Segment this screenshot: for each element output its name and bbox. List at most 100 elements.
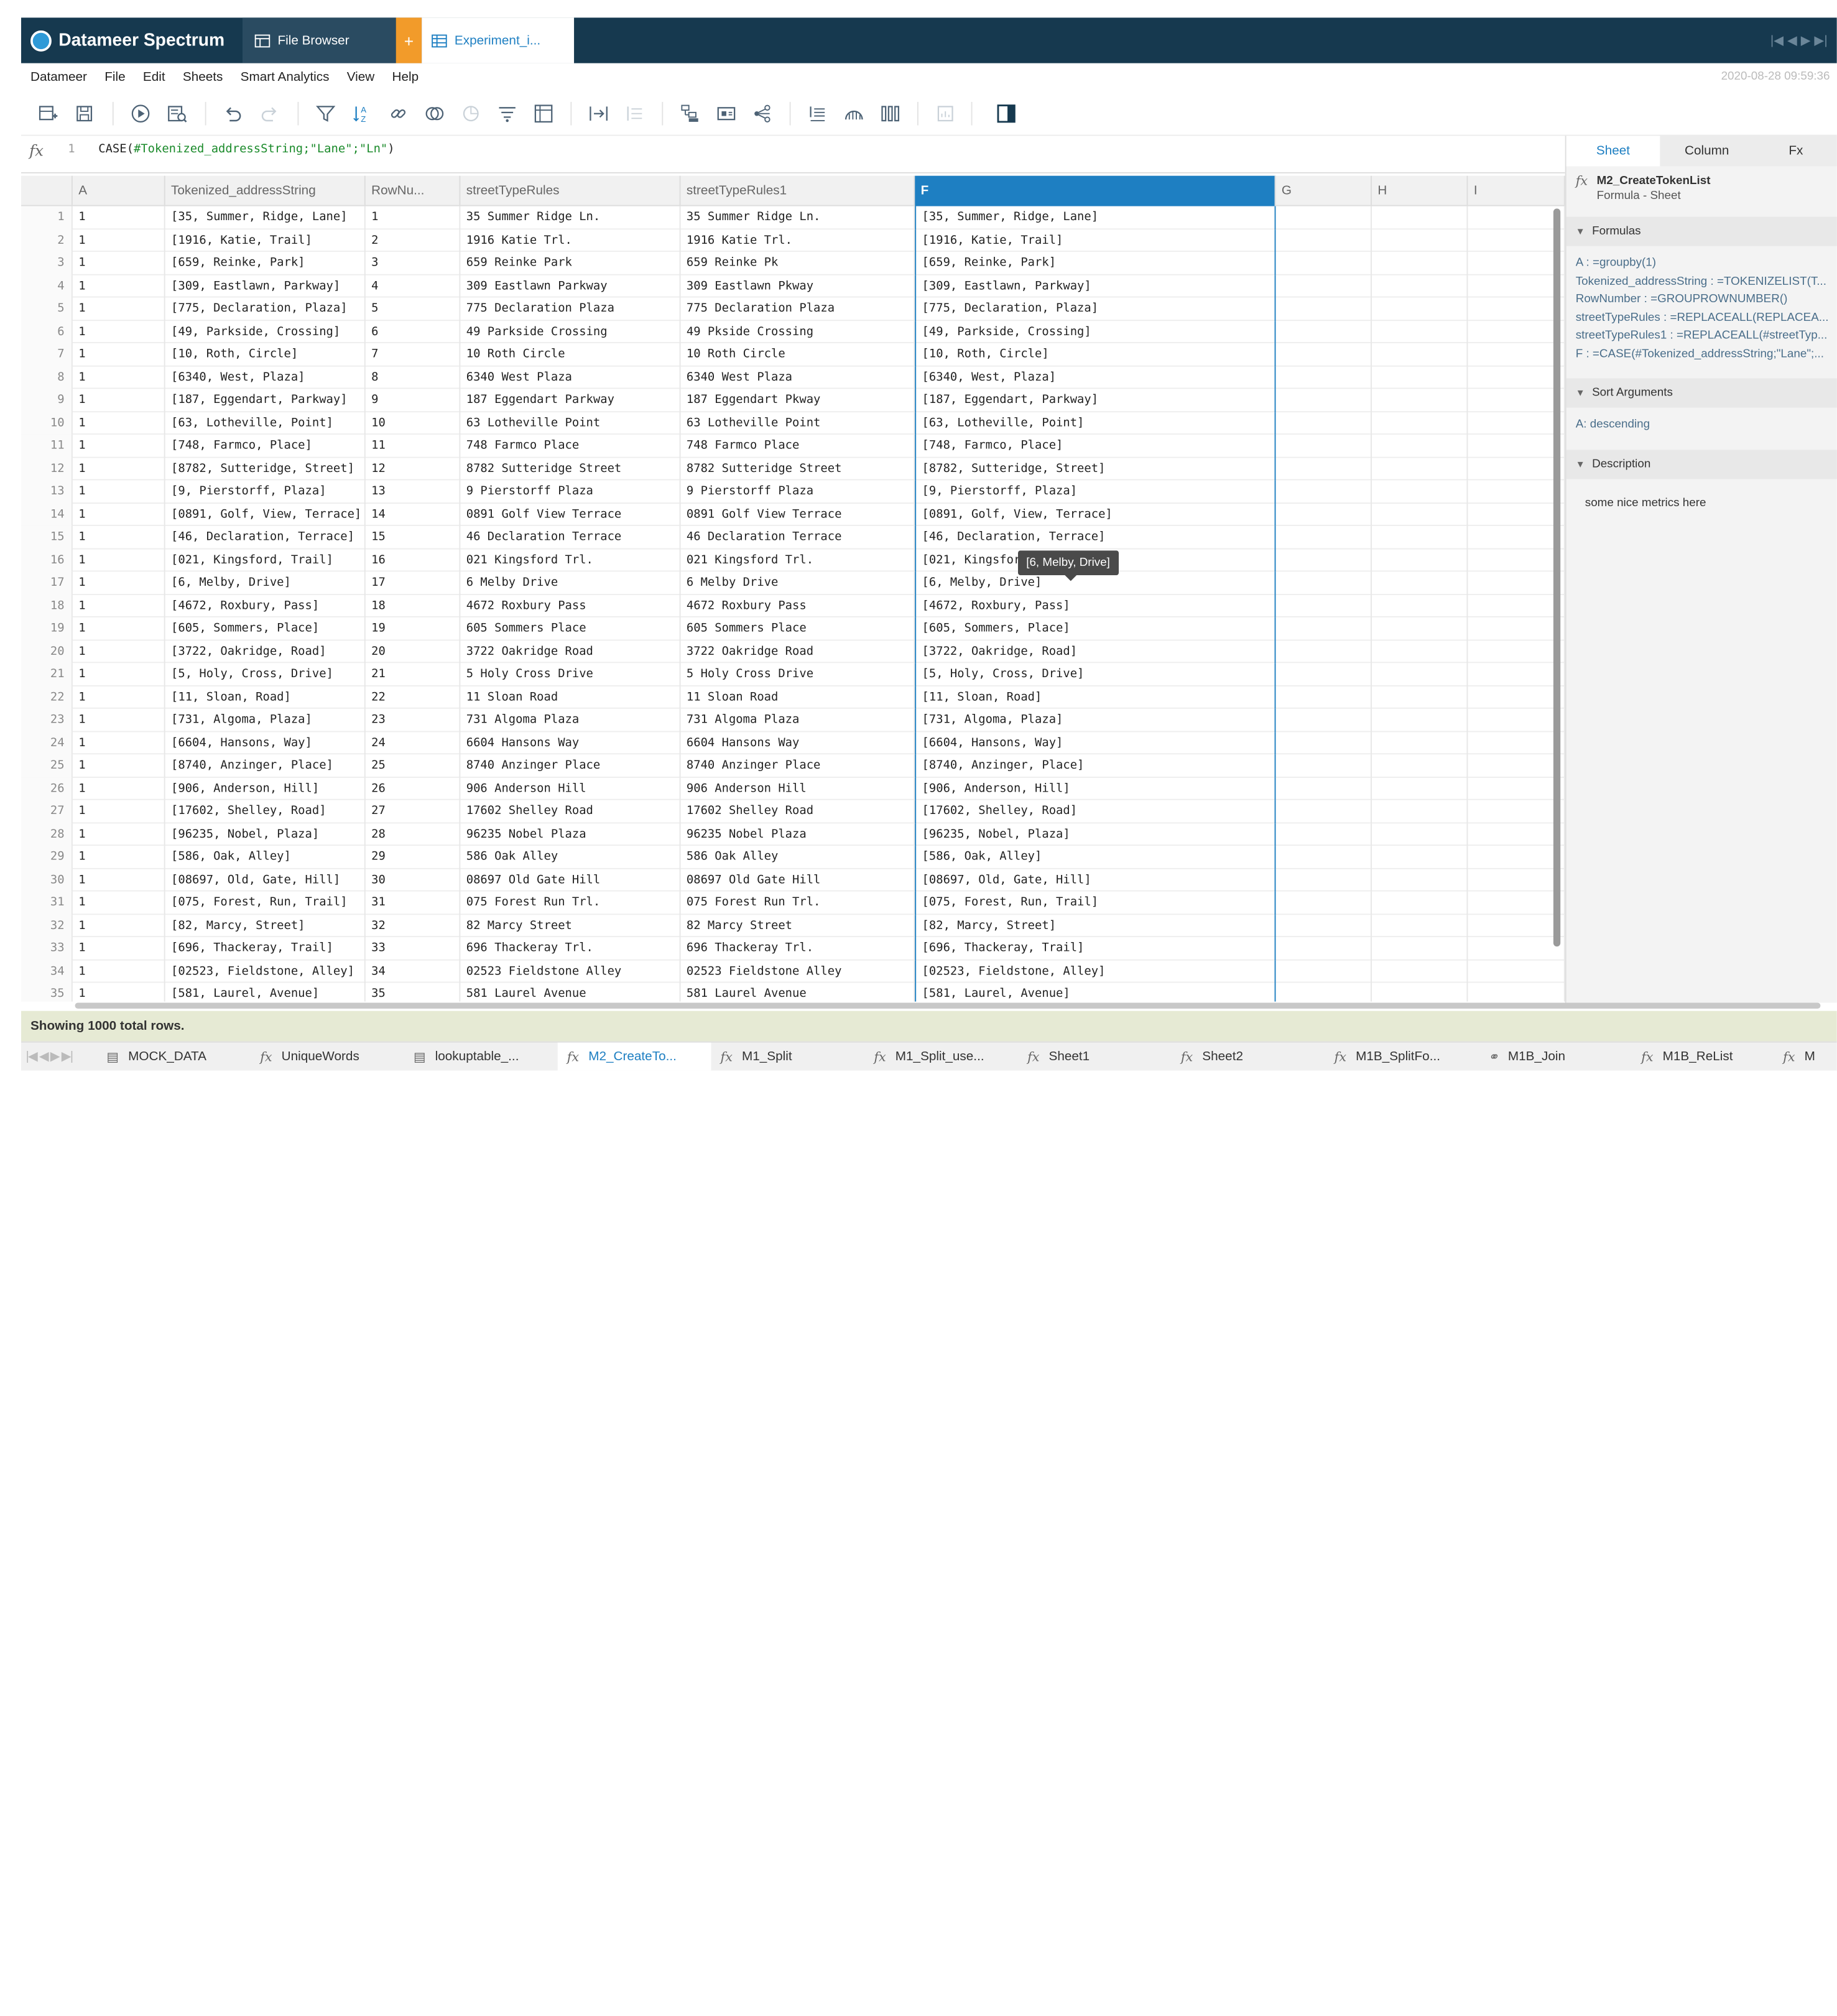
table-cell[interactable]: [605, Sommers, Place] <box>165 617 366 640</box>
table-cell[interactable]: [075, Forest, Run, Trail] <box>915 891 1276 915</box>
table-row[interactable]: 28 1 [96235, Nobel, Plaza] 28 96235 Nobel Pl… <box>21 823 1565 846</box>
table-cell[interactable]: 1 <box>73 663 165 686</box>
table-cell[interactable]: [46, Declaration, Terrace] <box>915 525 1276 549</box>
table-cell[interactable]: 18 <box>366 594 461 617</box>
table-cell[interactable] <box>1468 434 1565 458</box>
table-cell[interactable]: 9 <box>366 389 461 412</box>
tab-fx[interactable]: Fx <box>1754 136 1837 167</box>
table-cell[interactable]: [8782, Sutteridge, Street] <box>915 457 1276 481</box>
table-row[interactable]: 15 1 [46, Declaration, Terrace] 15 46 Declar… <box>21 525 1565 549</box>
chart-icon[interactable] <box>843 103 864 124</box>
table-cell[interactable]: 9 Pierstorff Plaza <box>460 480 681 504</box>
table-row[interactable]: 18 1 [4672, Roxbury, Pass] 18 4672 Roxbury P… <box>21 594 1565 617</box>
table-row[interactable]: 32 1 [82, Marcy, Street] 32 82 Marcy Street 8… <box>21 914 1565 938</box>
formula-item[interactable]: streetTypeRules1 : =REPLACEALL(#streetTy… <box>1576 329 1833 342</box>
tab-column[interactable]: Column <box>1660 136 1754 167</box>
table-cell[interactable] <box>1468 548 1565 572</box>
table-cell[interactable] <box>1372 297 1468 321</box>
table-cell[interactable]: 49 Pkside Crossing <box>680 320 915 343</box>
table-cell[interactable]: [11, Sloan, Road] <box>165 685 366 709</box>
table-cell[interactable]: 46 Declaration Terrace <box>460 525 681 549</box>
table-row[interactable]: 10 1 [63, Lotheville, Point] 10 63 Lothevill… <box>21 412 1565 435</box>
table-cell[interactable]: 25 <box>366 754 461 777</box>
table-cell[interactable]: 02523 Fieldstone Alley <box>460 959 681 983</box>
table-cell[interactable] <box>1275 754 1372 777</box>
table-cell[interactable] <box>1468 320 1565 343</box>
table-cell[interactable]: 2 <box>366 229 461 252</box>
table-cell[interactable]: [10, Roth, Circle] <box>165 343 366 366</box>
table-cell[interactable] <box>1372 983 1468 1002</box>
table-cell[interactable]: 11 <box>366 434 461 458</box>
table-cell[interactable] <box>1468 389 1565 412</box>
table-cell[interactable]: [96235, Nobel, Plaza] <box>165 823 366 846</box>
table-cell[interactable]: [0891, Golf, View, Terrace] <box>915 503 1276 526</box>
table-cell[interactable] <box>1468 983 1565 1002</box>
table-cell[interactable]: [586, Oak, Alley] <box>165 846 366 869</box>
table-cell[interactable] <box>1468 640 1565 664</box>
table-cell[interactable] <box>1468 685 1565 709</box>
table-cell[interactable]: 6 Melby Drive <box>680 571 915 595</box>
table-cell[interactable]: [96235, Nobel, Plaza] <box>915 823 1276 846</box>
table-cell[interactable] <box>1468 274 1565 298</box>
table-cell[interactable]: 35 <box>366 983 461 1002</box>
table-cell[interactable]: 08697 Old Gate Hill <box>460 868 681 892</box>
union-icon[interactable] <box>460 103 481 124</box>
table-cell[interactable]: [5, Holy, Cross, Drive] <box>915 663 1276 686</box>
table-cell[interactable]: 3722 Oakridge Road <box>680 640 915 664</box>
table-cell[interactable]: [659, Reinke, Park] <box>165 252 366 275</box>
table-cell[interactable]: [731, Algoma, Plaza] <box>165 708 366 732</box>
table-cell[interactable]: 10 Roth Circle <box>460 343 681 366</box>
table-cell[interactable] <box>1468 206 1565 229</box>
table-cell[interactable] <box>1275 594 1372 617</box>
table-cell[interactable]: 581 Laurel Avenue <box>680 983 915 1002</box>
table-cell[interactable]: [659, Reinke, Park] <box>915 252 1276 275</box>
table-cell[interactable] <box>1468 503 1565 526</box>
table-cell[interactable]: 075 Forest Run Trl. <box>460 891 681 915</box>
table-row[interactable]: 30 1 [08697, Old, Gate, Hill] 30 08697 Old G… <box>21 868 1565 892</box>
formula-item[interactable]: A : =groupby(1) <box>1576 257 1833 270</box>
sheet-tab-uniquewords[interactable]: fx UniqueWords <box>251 1043 404 1071</box>
table-cell[interactable]: [187, Eggendart, Parkway] <box>915 389 1276 412</box>
table-row[interactable]: 22 1 [11, Sloan, Road] 22 11 Sloan Road 11 Sl… <box>21 685 1565 709</box>
table-cell[interactable]: 1 <box>73 229 165 252</box>
table-row[interactable]: 6 1 [49, Parkside, Crossing] 6 49 Parkside C… <box>21 320 1565 343</box>
table-cell[interactable]: 9 Pierstorff Plaza <box>680 480 915 504</box>
redo-icon[interactable] <box>259 103 280 124</box>
table-cell[interactable]: 1 <box>73 480 165 504</box>
table-row[interactable]: 21 1 [5, Holy, Cross, Drive] 21 5 Holy Cross… <box>21 663 1565 686</box>
table-cell[interactable]: 16 <box>366 548 461 572</box>
table-cell[interactable]: [5, Holy, Cross, Drive] <box>165 663 366 686</box>
table-cell[interactable]: [49, Parkside, Crossing] <box>165 320 366 343</box>
table-row[interactable]: 16 1 [021, Kingsford, Trail] 16 021 Kingsfor… <box>21 548 1565 572</box>
table-cell[interactable] <box>1372 914 1468 938</box>
column-header-streettyperules1[interactable]: streetTypeRules1 <box>680 175 915 206</box>
table-cell[interactable]: 17602 Shelley Road <box>460 800 681 823</box>
table-cell[interactable]: [46, Declaration, Terrace] <box>165 525 366 549</box>
table-cell[interactable]: 1 <box>73 206 165 229</box>
table-cell[interactable] <box>1275 252 1372 275</box>
sheet-tab-mock-data[interactable]: ▤ MOCK_DATA <box>97 1043 251 1071</box>
menu-smart-analytics[interactable]: Smart Analytics <box>241 70 330 85</box>
table-cell[interactable] <box>1275 846 1372 869</box>
table-row[interactable]: 1 1 [35, Summer, Ridge, Lane] 1 35 Summer Ri… <box>21 206 1565 229</box>
hierarchy-icon[interactable] <box>680 103 701 124</box>
menu-edit[interactable]: Edit <box>143 70 165 85</box>
table-cell[interactable]: 1 <box>73 891 165 915</box>
table-cell[interactable]: [08697, Old, Gate, Hill] <box>915 868 1276 892</box>
table-cell[interactable] <box>1275 685 1372 709</box>
table-cell[interactable]: [6340, West, Plaza] <box>165 366 366 389</box>
table-cell[interactable]: 23 <box>366 708 461 732</box>
table-cell[interactable]: 1 <box>73 389 165 412</box>
table-row[interactable]: 23 1 [731, Algoma, Plaza] 23 731 Algoma Plaz… <box>21 708 1565 732</box>
table-cell[interactable] <box>1372 708 1468 732</box>
table-cell[interactable] <box>1468 708 1565 732</box>
table-cell[interactable]: 1 <box>73 320 165 343</box>
table-cell[interactable]: [63, Lotheville, Point] <box>165 412 366 435</box>
table-cell[interactable]: [10, Roth, Circle] <box>915 343 1276 366</box>
tab-navigation-controls[interactable]: |◀ ◀ ▶ ▶| <box>1770 17 1828 63</box>
table-cell[interactable]: [3722, Oakridge, Road] <box>915 640 1276 664</box>
table-row[interactable]: 26 1 [906, Anderson, Hill] 26 906 Anderson H… <box>21 777 1565 800</box>
table-cell[interactable]: 49 Parkside Crossing <box>460 320 681 343</box>
table-cell[interactable] <box>1275 708 1372 732</box>
table-row[interactable]: 7 1 [10, Roth, Circle] 7 10 Roth Circle 10 Ro… <box>21 343 1565 366</box>
